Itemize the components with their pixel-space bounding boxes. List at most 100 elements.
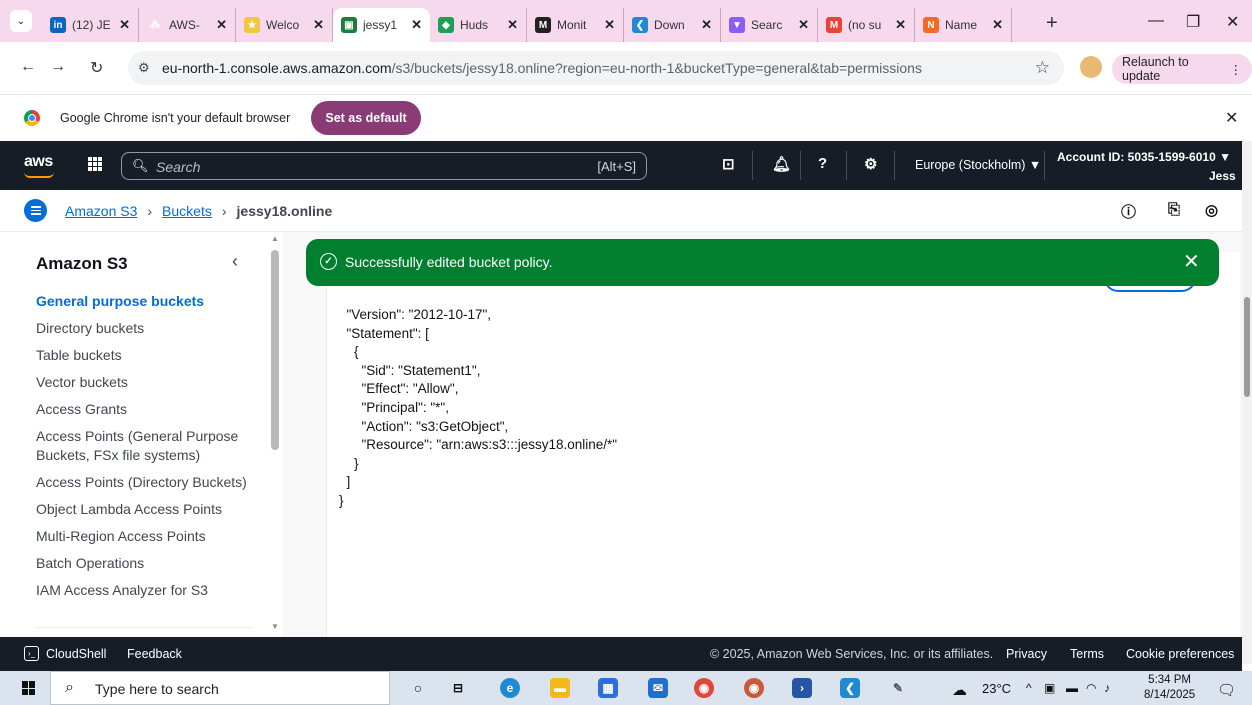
sidebar-item[interactable]: Directory buckets bbox=[36, 319, 256, 338]
tab-close-icon[interactable]: ✕ bbox=[798, 17, 809, 33]
browser-tab[interactable]: M (no su ✕ bbox=[818, 8, 915, 42]
feedback-icon[interactable]: ◎ bbox=[1205, 201, 1218, 219]
tab-close-icon[interactable]: ✕ bbox=[216, 17, 227, 33]
aws-logo[interactable]: aws bbox=[24, 153, 53, 171]
cloudshell-footer-icon[interactable]: ›_ bbox=[24, 646, 39, 661]
sidebar-item[interactable]: Access Points (Directory Buckets) bbox=[36, 473, 256, 492]
notifications-bell-icon[interactable]: 🔔︎ bbox=[772, 155, 791, 173]
page-scroll-thumb[interactable] bbox=[1244, 297, 1250, 397]
store-icon[interactable]: ▦ bbox=[598, 678, 618, 698]
sidebar-item[interactable]: Access Grants bbox=[36, 400, 256, 419]
windows-start-icon[interactable] bbox=[22, 681, 36, 695]
browser-tab[interactable]: N Name ✕ bbox=[915, 8, 1012, 42]
side-nav-toggle-icon[interactable] bbox=[24, 199, 47, 222]
breadcrumb-amazon-s3[interactable]: Amazon S3 bbox=[65, 203, 137, 219]
powershell-icon[interactable]: › bbox=[792, 678, 812, 698]
chrome-taskbar-icon[interactable]: ◉ bbox=[694, 678, 714, 698]
window-close-icon[interactable]: ✕ bbox=[1226, 12, 1239, 32]
taskbar-clock[interactable]: 5:34 PM 8/14/2025 bbox=[1144, 673, 1195, 703]
browser-tab[interactable]: ★ Welco ✕ bbox=[236, 8, 333, 42]
url-text[interactable]: eu-north-1.console.aws.amazon.com/s3/buc… bbox=[162, 60, 922, 76]
relaunch-button[interactable]: Relaunch to update ⋮ bbox=[1112, 54, 1252, 84]
region-selector[interactable]: Europe (Stockholm) ▼ bbox=[915, 158, 1041, 172]
tab-close-icon[interactable]: ✕ bbox=[992, 17, 1003, 33]
mail-icon[interactable]: ✉ bbox=[648, 678, 668, 698]
address-bar[interactable]: ⚙ eu-north-1.console.aws.amazon.com/s3/b… bbox=[128, 51, 1064, 85]
task-view-icon[interactable]: ⊟ bbox=[448, 678, 468, 698]
sidebar-item[interactable]: Access Points (General Purpose Buckets, … bbox=[36, 427, 256, 465]
tab-close-icon[interactable]: ✕ bbox=[701, 17, 712, 33]
profile-avatar[interactable] bbox=[1080, 56, 1102, 78]
tab-close-icon[interactable]: ✕ bbox=[313, 17, 324, 33]
sidebar-item[interactable]: Batch Operations bbox=[36, 554, 256, 573]
aws-search-input[interactable]: 🔍︎ Search [Alt+S] bbox=[121, 152, 647, 180]
sidebar-item[interactable]: Vector buckets bbox=[36, 373, 256, 392]
page-scrollbar[interactable] bbox=[1242, 141, 1252, 664]
taskbar-search-input[interactable]: ⌕ Type here to search bbox=[50, 671, 390, 705]
services-grid-icon[interactable] bbox=[88, 157, 102, 171]
sidebar-item[interactable]: Table buckets bbox=[36, 346, 256, 365]
cortana-icon[interactable]: ○ bbox=[408, 678, 428, 698]
battery-icon[interactable]: ▬ bbox=[1066, 681, 1078, 695]
scroll-up-icon[interactable]: ▲ bbox=[271, 234, 279, 243]
file-explorer-icon[interactable]: ▬ bbox=[550, 678, 570, 698]
browser-tab[interactable]: ▣ jessy1 ✕ bbox=[333, 8, 430, 42]
paint-icon[interactable]: ✎ bbox=[888, 678, 908, 698]
weather-icon[interactable]: ☁ bbox=[952, 681, 967, 699]
help-icon[interactable]: ? bbox=[818, 155, 827, 172]
browser-tab[interactable]: ◆ Huds ✕ bbox=[430, 8, 527, 42]
edge-icon[interactable]: e bbox=[500, 678, 520, 698]
browser-tab[interactable]: in (12) JE ✕ bbox=[42, 8, 139, 42]
tab-close-icon[interactable]: ✕ bbox=[119, 17, 130, 33]
terms-link[interactable]: Terms bbox=[1070, 647, 1104, 661]
wifi-icon[interactable]: ◠ bbox=[1086, 681, 1096, 695]
tab-search-button[interactable]: ⌄ bbox=[10, 10, 32, 32]
privacy-link[interactable]: Privacy bbox=[1006, 647, 1047, 661]
sidebar-item[interactable]: General purpose buckets bbox=[36, 292, 256, 311]
set-default-button[interactable]: Set as default bbox=[311, 101, 421, 135]
cloudshell-link[interactable]: CloudShell bbox=[46, 647, 106, 661]
dismiss-flash-icon[interactable]: ✕ bbox=[1183, 249, 1200, 274]
sidebar-item[interactable]: Object Lambda Access Points bbox=[36, 500, 256, 519]
browser-tab[interactable]: ⁂ AWS- ✕ bbox=[139, 8, 236, 42]
new-tab-button[interactable]: + bbox=[1046, 12, 1058, 35]
back-icon[interactable]: ← bbox=[20, 58, 36, 76]
network-icon[interactable]: ▣ bbox=[1044, 681, 1055, 695]
scroll-down-icon[interactable]: ▼ bbox=[271, 622, 279, 631]
collapse-sidebar-icon[interactable]: ‹ bbox=[232, 251, 238, 272]
vscode-taskbar-icon[interactable]: ❮ bbox=[840, 678, 860, 698]
sidebar-scroll-thumb[interactable] bbox=[271, 250, 279, 450]
forward-icon[interactable]: → bbox=[50, 58, 66, 76]
notifications-center-icon[interactable]: 🗨︎ bbox=[1217, 681, 1236, 699]
panel-toggle-icon[interactable]: ⎘ bbox=[1168, 201, 1180, 218]
settings-gear-icon[interactable]: ⚙ bbox=[864, 155, 877, 173]
browser-tab[interactable]: ❮ Down ✕ bbox=[624, 8, 721, 42]
restore-icon[interactable]: ❐ bbox=[1186, 12, 1200, 32]
breadcrumb-buckets[interactable]: Buckets bbox=[162, 203, 212, 219]
site-info-icon[interactable]: ⚙ bbox=[138, 60, 150, 76]
chrome-profile-taskbar-icon[interactable]: ◉ bbox=[744, 678, 764, 698]
account-menu[interactable]: Account ID: 5035-1599-6010 ▼ bbox=[1057, 150, 1231, 164]
reload-icon[interactable]: ↻ bbox=[90, 58, 103, 78]
banner-close-icon[interactable]: ✕ bbox=[1225, 108, 1238, 128]
browser-tab[interactable]: M Monit ✕ bbox=[527, 8, 624, 42]
info-icon[interactable]: ⓘ bbox=[1121, 201, 1136, 222]
temperature-text: 23°C bbox=[982, 681, 1012, 696]
bookmark-star-icon[interactable]: ☆ bbox=[1035, 58, 1050, 78]
tab-close-icon[interactable]: ✕ bbox=[507, 17, 518, 33]
tab-close-icon[interactable]: ✕ bbox=[411, 17, 422, 33]
sidebar-scrollbar[interactable]: ▲ ▼ bbox=[268, 232, 282, 637]
tab-close-icon[interactable]: ✕ bbox=[895, 17, 906, 33]
minimize-icon[interactable]: — bbox=[1148, 12, 1164, 30]
volume-icon[interactable]: ♪ bbox=[1104, 681, 1110, 695]
browser-tab[interactable]: ▼ Searc ✕ bbox=[721, 8, 818, 42]
show-hidden-icons-icon[interactable]: ^ bbox=[1026, 681, 1032, 695]
cookie-preferences-link[interactable]: Cookie preferences bbox=[1126, 647, 1234, 661]
cloudshell-icon[interactable]: ⊡ bbox=[722, 155, 735, 173]
kebab-menu-icon[interactable]: ⋮ bbox=[1230, 62, 1243, 77]
feedback-link[interactable]: Feedback bbox=[127, 647, 182, 661]
sidebar-item[interactable]: IAM Access Analyzer for S3 bbox=[36, 581, 256, 600]
tab-close-icon[interactable]: ✕ bbox=[604, 17, 615, 33]
sidebar-item[interactable]: Multi-Region Access Points bbox=[36, 527, 256, 546]
user-name[interactable]: Jess bbox=[1209, 169, 1236, 183]
